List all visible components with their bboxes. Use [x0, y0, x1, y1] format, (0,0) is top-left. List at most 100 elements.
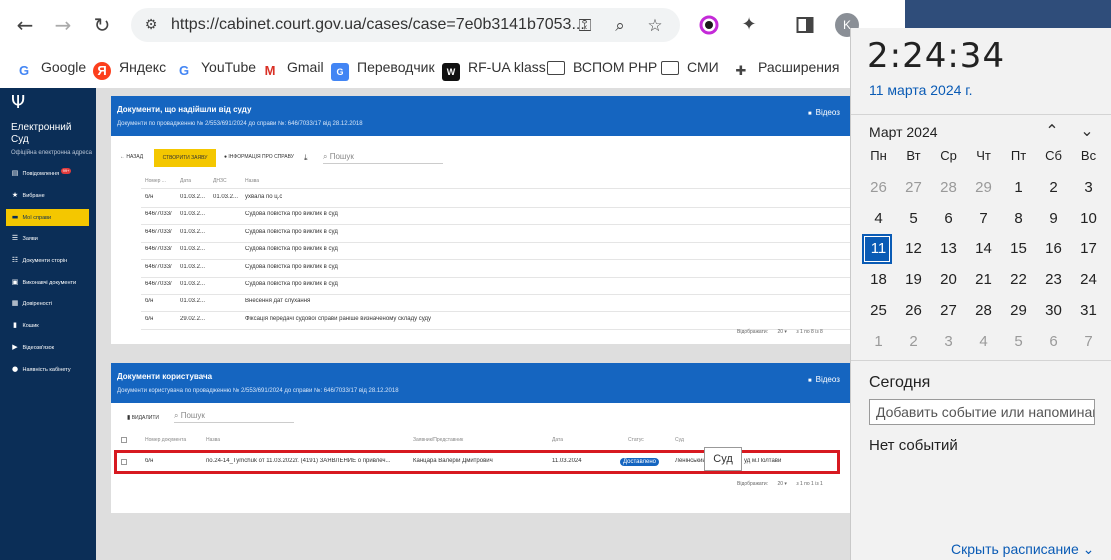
url-text[interactable]: https://cabinet.court.gov.ua/cases/case=… — [171, 16, 585, 34]
sidebar-item-video-call[interactable]: ▶ Відеозв'язок — [6, 339, 89, 356]
court-docs-search-input[interactable]: ⌕ Пошук — [323, 152, 443, 164]
doc-name[interactable]: Внесення дат слухання — [245, 298, 310, 304]
bookmark-gmail[interactable]: M Gmail — [261, 57, 324, 78]
calendar-day[interactable]: 3 — [1071, 173, 1106, 203]
select-all-checkbox[interactable] — [121, 437, 127, 443]
bookmark-rfua[interactable]: W RF-UA klass — [442, 57, 546, 81]
calendar-day[interactable]: 5 — [896, 204, 931, 234]
doc-name[interactable]: Судова повістка про виклик в суд — [245, 246, 338, 252]
bookmark-translate[interactable]: G Переводчик — [331, 57, 435, 81]
sidebar-item-power-of-attorney[interactable]: ▦ Довіреності — [6, 295, 89, 312]
calendar-day[interactable]: 24 — [1071, 265, 1106, 295]
password-key-icon[interactable]: ⚿ — [573, 14, 597, 38]
calendar-day[interactable]: 6 — [1036, 327, 1071, 357]
month-label[interactable]: Март 2024 — [869, 124, 938, 140]
calendar-day[interactable]: 17 — [1071, 234, 1106, 264]
calendar-day[interactable]: 14 — [966, 234, 1001, 264]
date-link[interactable]: 11 марта 2024 г. — [869, 82, 973, 98]
chevron-down-icon[interactable]: ⌄ — [1076, 120, 1098, 142]
calendar-day[interactable]: 28 — [966, 296, 1001, 326]
bookmark-yandex[interactable]: Я Яндекс — [93, 57, 166, 80]
calendar-day[interactable]: 21 — [966, 265, 1001, 295]
calendar-day[interactable]: 18 — [861, 265, 896, 295]
extensions-puzzle-icon[interactable]: ✦ — [736, 12, 762, 38]
case-info-button[interactable]: ● ІНФОРМАЦІЯ ПРО СПРАВУ — [224, 154, 294, 160]
sidebar-item-party-documents[interactable]: ☷ Документи сторін — [6, 252, 89, 269]
sidebar-item-my-cases[interactable]: ▬ Мої справи — [6, 209, 89, 226]
doc-name[interactable]: Фіксація передачі судової справи раніше … — [245, 316, 431, 322]
page-size-select[interactable]: 20 — [777, 481, 783, 487]
page-size-select[interactable]: 20 — [777, 329, 783, 335]
calendar-day[interactable]: 2 — [1036, 173, 1071, 203]
reload-icon[interactable]: ↻ — [89, 12, 115, 38]
calendar-day[interactable]: 26 — [861, 173, 896, 203]
forward-arrow-icon[interactable]: → — [50, 12, 76, 38]
calendar-day[interactable]: 19 — [896, 265, 931, 295]
doc-name[interactable]: Судова повістка про виклик в суд — [245, 229, 338, 235]
calendar-day[interactable]: 7 — [966, 204, 1001, 234]
chevron-down-icon[interactable]: ▾ — [784, 481, 787, 487]
chevron-down-icon[interactable]: ▾ — [784, 329, 787, 335]
add-event-input[interactable]: Добавить событие или напоминание — [869, 399, 1095, 425]
calendar-day[interactable]: 8 — [1001, 204, 1036, 234]
video-link[interactable]: ■ Відеоз — [808, 108, 840, 117]
calendar-day[interactable]: 27 — [896, 173, 931, 203]
calendar-day[interactable]: 29 — [1001, 296, 1036, 326]
calendar-day[interactable]: 29 — [966, 173, 1001, 203]
zoom-icon[interactable]: ⌕ — [608, 14, 632, 38]
back-arrow-icon[interactable]: ← — [12, 12, 38, 38]
bookmark-extensions[interactable]: ✚ Расширения — [732, 57, 840, 79]
calendar-day[interactable]: 7 — [1071, 327, 1106, 357]
sidebar-item-executive-documents[interactable]: ▣ Виконавчі документи — [6, 274, 89, 291]
calendar-day[interactable]: 27 — [931, 296, 966, 326]
hide-schedule-link[interactable]: Скрыть расписание ⌄ — [951, 541, 1094, 558]
calendar-day[interactable]: 22 — [1001, 265, 1036, 295]
doc-name[interactable]: Судова повістка про виклик в суд — [245, 281, 338, 287]
extension-color-icon[interactable] — [696, 12, 722, 38]
video-link[interactable]: ■ Відеоз — [808, 375, 840, 384]
calendar-day[interactable]: 13 — [931, 234, 966, 264]
calendar-day[interactable]: 15 — [1001, 234, 1036, 264]
calendar-day[interactable]: 2 — [896, 327, 931, 357]
sidebar-item-applications[interactable]: ☰ Заяви — [6, 230, 89, 247]
sidebar-item-favorites[interactable]: ★ Вибране — [6, 187, 89, 204]
calendar-day[interactable]: 9 — [1036, 204, 1071, 234]
back-button[interactable]: ← НАЗАД — [120, 154, 143, 160]
calendar-day[interactable]: 4 — [966, 327, 1001, 357]
user-docs-search-input[interactable]: ⌕ Пошук — [174, 411, 294, 423]
calendar-day[interactable]: 6 — [931, 204, 966, 234]
bookmark-youtube[interactable]: G YouTube — [175, 57, 256, 78]
calendar-day[interactable]: 31 — [1071, 296, 1106, 326]
calendar-day[interactable]: 20 — [931, 265, 966, 295]
chevron-up-icon[interactable]: ⌃ — [1041, 120, 1063, 142]
sidebar-item-notifications[interactable]: ▤ Повідомлення 99+ — [6, 165, 89, 182]
sidebar-item-cabinet-check[interactable]: ● Наявність кабінету — [6, 361, 89, 378]
side-panel-icon[interactable] — [792, 12, 818, 38]
calendar-day[interactable]: 1 — [1001, 173, 1036, 203]
calendar-day[interactable]: 1 — [861, 327, 896, 357]
calendar-day[interactable]: 3 — [931, 327, 966, 357]
bookmark-vspom-php[interactable]: ВСПОМ PHP — [547, 57, 657, 77]
calendar-day[interactable]: 26 — [896, 296, 931, 326]
calendar-day[interactable]: 4 — [861, 204, 896, 234]
calendar-day[interactable]: 23 — [1036, 265, 1071, 295]
doc-name[interactable]: ухвала по ц.с — [245, 194, 282, 200]
bookmark-google[interactable]: G Google — [15, 57, 86, 78]
calendar-day[interactable]: 16 — [1036, 234, 1071, 264]
delete-button[interactable]: ▮ ВИДАЛИТИ — [127, 414, 159, 421]
calendar-day[interactable]: 28 — [931, 173, 966, 203]
calendar-day[interactable]: 30 — [1036, 296, 1071, 326]
bookmark-star-icon[interactable]: ☆ — [643, 14, 667, 38]
calendar-day-today[interactable]: 11 — [861, 234, 896, 265]
create-application-button[interactable]: СТВОРИТИ ЗАЯВУ — [154, 149, 216, 167]
calendar-day[interactable]: 10 — [1071, 204, 1106, 234]
calendar-day[interactable]: 12 — [896, 234, 931, 264]
sidebar-item-wallet[interactable]: ▮ Кошик — [6, 317, 89, 334]
site-info-icon[interactable]: ⚙ — [141, 15, 161, 35]
calendar-day[interactable]: 25 — [861, 296, 896, 326]
download-icon[interactable]: ⤓ — [304, 153, 308, 163]
doc-name[interactable]: Судова повістка про виклик в суд — [245, 264, 338, 270]
address-bar[interactable]: ⚙ https://cabinet.court.gov.ua/cases/cas… — [131, 8, 680, 42]
bookmark-smi[interactable]: СМИ — [661, 57, 719, 77]
doc-name[interactable]: Судова повістка про виклик в суд — [245, 211, 338, 217]
